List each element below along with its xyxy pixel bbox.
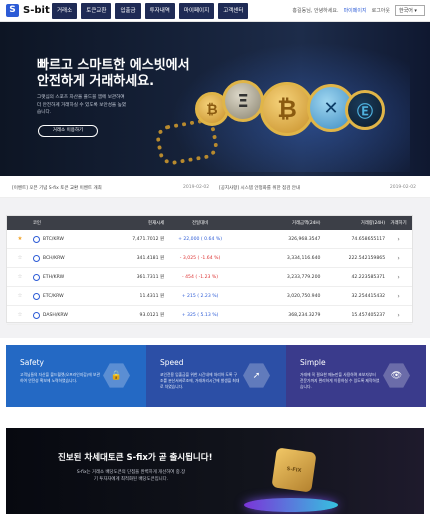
lock-icon: 🔒 (103, 363, 130, 388)
user-links: 홍길동님, 안녕하세요. 마이페이지 로그아웃 한국어 ▾ (292, 5, 425, 16)
coin-price: 341.4181 원 (136, 256, 165, 261)
logo-text: S-bit (23, 5, 50, 16)
logo[interactable]: S S-bit (6, 4, 50, 17)
nav-customer-center[interactable]: 고객센터 (218, 3, 249, 19)
header-trade: 거래하기 (390, 221, 407, 226)
chevron-right-icon[interactable]: › (385, 236, 412, 243)
coin-name: BTC/KRW (32, 235, 93, 243)
market-table-header: 코인 현재시세 전일대비 거래금액(24H) 거래량(24H) 거래하기 (7, 216, 412, 230)
coin-price: 7,471.7012 원 (132, 237, 165, 242)
coin-price: 11.4311 원 (139, 294, 165, 299)
coin-amount: 326,968.3547 (288, 236, 321, 242)
logo-icon: S (6, 4, 19, 17)
feature-safety-text: 고객님들의 자산을 콜드월렛(오프라인지갑)에 보관하여 안전성 확보에 노력하… (20, 372, 100, 383)
chevron-right-icon[interactable]: › (385, 312, 412, 319)
favorite-star-icon[interactable]: ☆ (7, 312, 33, 318)
coin-amount: 3,334,116.640 (286, 255, 321, 261)
notice-event-date: 2019-02-02 (183, 185, 210, 190)
coin-amount: 3,233,779.200 (286, 274, 321, 280)
coin-icon (32, 235, 40, 243)
coin-name: BCH/KRW (32, 254, 93, 262)
exchange-start-button[interactable]: 거래소 이용하기 (38, 125, 98, 137)
coin-amount: 3,020,750.940 (286, 293, 321, 299)
coin-icon (32, 311, 40, 319)
header-change: 전일대비 (191, 221, 209, 226)
coin-price: 93.0121 원 (139, 313, 165, 318)
main-nav: 거래소 토큰교환 입출금 투자내역 마이페이지 고객센터 (52, 3, 249, 19)
feature-safety-title: Safety (20, 358, 44, 367)
language-value: 한국어 (399, 8, 413, 14)
table-row[interactable]: ☆ BCH/KRW 341.4181 원 - 3,025 ( -1.64 %) 3,33… (7, 249, 412, 268)
coin-volume: 32.254415432 (351, 293, 386, 299)
header-price: 현재시세 (148, 221, 165, 226)
coin-name: ETC/KRW (32, 292, 93, 300)
nav-exchange[interactable]: 거래소 (52, 3, 78, 19)
sfix-pedestal (244, 498, 338, 512)
coin-change: + 22,000 ( 0.64 %) (178, 236, 223, 242)
sfix-banner: 진보된 차세대토큰 S-fix가 곧 출시됩니다! S-fix는 거래소 배당도… (6, 428, 424, 514)
nav-deposit-withdraw[interactable]: 입출금 (115, 3, 141, 19)
ethereum-coin-icon: Ξ (222, 80, 264, 122)
nav-token-swap[interactable]: 토큰교환 (81, 3, 112, 19)
chevron-right-icon[interactable]: › (385, 293, 412, 300)
nav-mypage[interactable]: 마이페이지 (178, 3, 215, 19)
notice-system-date: 2019-02-02 (389, 185, 416, 190)
coin-volume: 15.457405237 (351, 312, 386, 318)
table-row[interactable]: ☆ ETH/KRW 361.7311 원 - 454 ( -1.23 %) 3,233,… (7, 268, 412, 287)
coin-amount: 368,234.3279 (288, 312, 321, 318)
coin-icon (32, 254, 40, 262)
arrow-icon: ➚ (243, 363, 270, 388)
sfix-coin-icon: S-FIX (271, 447, 317, 493)
feature-speed: Speed 코인전용 입출금을 위한 시간내에 처리하 도록 구조를 분산서버로… (146, 345, 286, 407)
mypage-link[interactable]: 마이페이지 (344, 7, 367, 14)
coin-icon (32, 292, 40, 300)
hero-description: 그랫심의 스포츠 자산을 플드블 앰에 보관하여 더 안전하게 거래하실 수 있… (37, 95, 127, 115)
notice-ticker: [이벤트] 오픈 기념 S-fix 토큰 교환 이벤트 개최 2019-02-0… (0, 176, 430, 198)
ethereum-classic-coin-icon: Ⓔ (345, 90, 385, 130)
feature-simple: Simple 거래에 꼭 필요한 메뉴만을 사용하며 초보자부터 전문가까지 편… (286, 345, 426, 407)
favorite-star-icon[interactable]: ☆ (7, 293, 33, 299)
chevron-right-icon[interactable]: › (385, 255, 412, 262)
table-row[interactable]: ★ BTC/KRW 7,471.7012 원 + 22,000 ( 0.64 %) 32… (7, 230, 412, 249)
hero-title: 빠르고 스마트한 에스빗에서 안전하게 거래하세요. (37, 58, 190, 89)
nav-investment-history[interactable]: 투자내역 (144, 3, 175, 19)
market-table: 코인 현재시세 전일대비 거래금액(24H) 거래량(24H) 거래하기 ★ BT… (6, 215, 413, 325)
notice-event-link[interactable]: [이벤트] 오픈 기념 S-fix 토큰 교환 이벤트 개최 (12, 185, 102, 191)
coin-name: ETH/KRW (32, 273, 93, 281)
language-select[interactable]: 한국어 ▾ (395, 5, 425, 16)
notice-system-link[interactable]: [공지사항] 시스템 안정화를 위한 점검 안내 (219, 185, 300, 191)
table-row[interactable]: ☆ DASH/KRW 93.0121 원 + 325 ( 5.13 %) 368,234… (7, 306, 412, 325)
top-header: S S-bit 거래소 토큰교환 입출금 투자내역 마이페이지 고객센터 홍길동… (0, 0, 430, 22)
chevron-right-icon[interactable]: › (385, 274, 412, 281)
feature-safety: Safety 고객님들의 자산을 콜드월렛(오프라인지갑)에 보관하여 안전성 … (6, 345, 146, 407)
header-volume: 거래량(24H) (360, 221, 386, 226)
sfix-banner-title: 진보된 차세대토큰 S-fix가 곧 출시됩니다! (58, 453, 213, 463)
coin-volume: 42.223585371 (351, 274, 386, 280)
table-row[interactable]: ☆ ETC/KRW 11.4311 원 + 215 ( 2.23 %) 3,020,75… (7, 287, 412, 306)
logout-link[interactable]: 로그아웃 (372, 7, 390, 14)
favorite-star-icon[interactable]: ★ (7, 236, 33, 242)
coin-volume: 222.542159865 (348, 255, 386, 261)
feature-simple-text: 거래에 꼭 필요한 메뉴만을 사용하며 초보자부터 전문가까지 편리하게 이용하… (300, 372, 380, 389)
feature-speed-title: Speed (160, 358, 184, 367)
header-amount: 거래금액(24H) (291, 221, 321, 226)
coin-price: 361.7311 원 (136, 275, 165, 280)
favorite-star-icon[interactable]: ☆ (7, 274, 33, 280)
coin-change: - 3,025 ( -1.64 %) (179, 255, 221, 261)
favorite-star-icon[interactable]: ☆ (7, 255, 33, 261)
eye-icon: 👁 (383, 363, 410, 388)
coin-change: + 325 ( 5.13 %) (181, 312, 219, 318)
coin-change: + 215 ( 2.23 %) (181, 293, 219, 299)
coin-volume: 74.658655117 (351, 236, 386, 242)
sfix-banner-text: S-fix는 거래소 배당도큰의 단점을 완벽하게 개선하여 중.장기 투자자에… (76, 470, 186, 482)
hero-banner: 빠르고 스마트한 에스빗에서 안전하게 거래하세요. 그랫심의 스포츠 자산을 … (0, 22, 430, 176)
feature-simple-title: Simple (300, 358, 326, 367)
coin-icon (32, 273, 40, 281)
coin-name: DASH/KRW (32, 311, 93, 319)
feature-speed-text: 코인전용 입출금을 위한 시간내에 처리하 도록 구조를 분산서버로조에, 거래… (160, 372, 240, 389)
coin-change: - 454 ( -1.23 %) (181, 274, 219, 280)
bitcoin-coin-large-icon: ₿ (260, 82, 314, 136)
greeting-text: 홍길동님, 안녕하세요. (292, 8, 339, 14)
header-coin: 코인 (32, 221, 41, 226)
